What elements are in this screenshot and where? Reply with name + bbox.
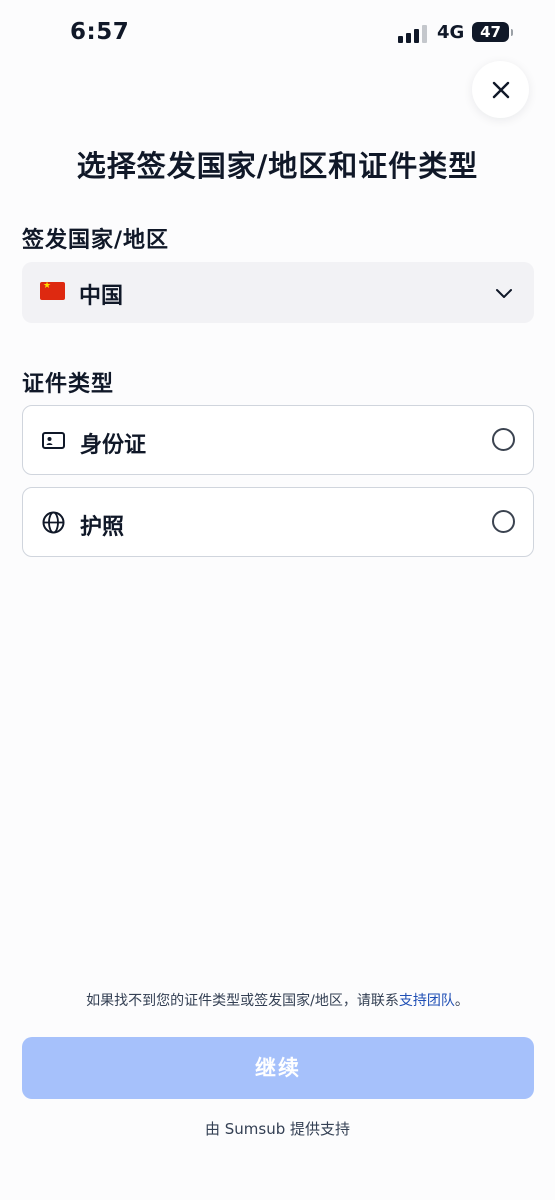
close-button[interactable] [472, 61, 529, 118]
close-icon [492, 81, 509, 98]
help-text: 如果找不到您的证件类型或签发国家/地区，请联系支持团队。 [0, 990, 555, 1010]
globe-icon [42, 511, 65, 534]
country-select[interactable]: 中国 [22, 262, 534, 323]
battery-icon: 47 [472, 22, 513, 42]
id-card-icon [42, 432, 65, 449]
country-section-label: 签发国家/地区 [22, 228, 170, 253]
doc-option-passport[interactable]: 护照 [22, 487, 534, 557]
help-text-suffix: 。 [454, 993, 469, 1009]
help-text-prefix: 如果找不到您的证件类型或签发国家/地区，请联系 [86, 993, 399, 1009]
doc-option-label: 护照 [80, 515, 125, 540]
doc-option-id-card[interactable]: 身份证 [22, 405, 534, 475]
support-team-link[interactable]: 支持团队 [399, 993, 455, 1009]
doc-option-label: 身份证 [80, 433, 147, 458]
selected-country: 中国 [79, 284, 124, 309]
status-bar: 6:57 4G 47 [0, 0, 555, 66]
chevron-down-icon [496, 289, 512, 298]
status-time: 6:57 [70, 19, 130, 45]
doc-type-section-label: 证件类型 [22, 372, 115, 397]
signal-strength-icon [398, 25, 428, 43]
network-type: 4G [437, 22, 465, 43]
radio-button[interactable] [492, 428, 515, 451]
continue-button[interactable]: 继续 [22, 1037, 534, 1099]
radio-button[interactable] [492, 510, 515, 533]
page-title: 选择签发国家/地区和证件类型 [76, 149, 479, 183]
powered-by-text: 由 Sumsub 提供支持 [204, 1120, 351, 1138]
china-flag-icon [40, 281, 65, 300]
